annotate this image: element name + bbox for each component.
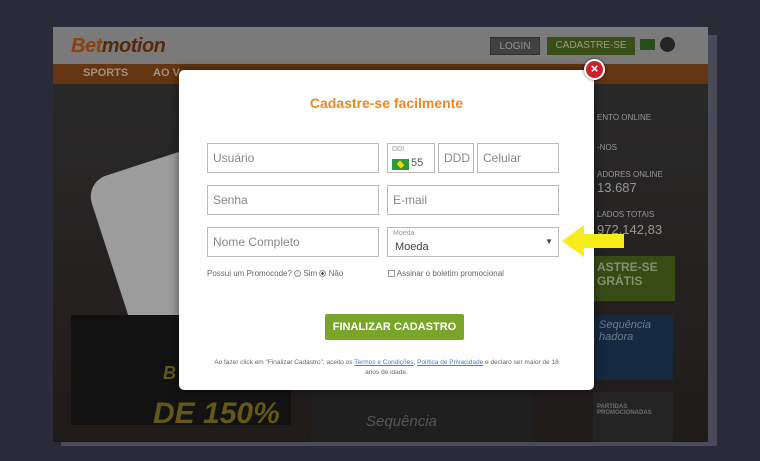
register-modal: Cadastre-se facilmente Usuário DDI 55 DD… [179, 70, 594, 390]
terms-link[interactable]: Termos e Condições [354, 359, 413, 366]
email-input[interactable]: E-mail [387, 185, 559, 215]
newsletter-label: Assinar o boletim promocional [396, 269, 504, 278]
promocode-yes-label: Sim [303, 269, 318, 278]
ddi-select[interactable]: DDI 55 [387, 143, 435, 173]
currency-label: Moeda [393, 230, 415, 237]
promocode-question: Possui um Promocode? [207, 269, 292, 278]
finish-register-button[interactable]: FINALIZAR CADASTRO [325, 314, 464, 340]
yellow-arrow-annotation [562, 225, 624, 257]
newsletter-row: Assinar o boletim promocional [388, 269, 504, 278]
ddd-input[interactable]: DDD [438, 143, 474, 173]
caret-down-icon: ▼ [545, 237, 553, 246]
legal-notice: Ao fazer click em "Finalizar Cadastro", … [209, 358, 564, 378]
legal-prefix: Ao fazer click em "Finalizar Cadastro", … [214, 359, 353, 366]
brazil-flag-icon [392, 159, 409, 170]
promocode-yes-radio[interactable] [294, 270, 302, 277]
modal-title: Cadastre-se facilmente [309, 95, 464, 111]
newsletter-checkbox[interactable] [388, 270, 395, 277]
promocode-no-radio[interactable] [319, 270, 327, 277]
legal-separator: , [413, 359, 416, 366]
phone-input[interactable]: Celular [477, 143, 559, 173]
close-icon[interactable]: × [584, 59, 605, 80]
fullname-input[interactable]: Nome Completo [207, 227, 379, 257]
ddi-label: DDI [392, 146, 405, 153]
promocode-row: Possui um Promocode? Sim Não [207, 269, 343, 278]
promocode-no-label: Não [328, 269, 344, 278]
ddi-value: 55 [411, 157, 424, 169]
currency-select[interactable]: Moeda Moeda ▼ [387, 227, 559, 257]
privacy-link[interactable]: Política de Privacidade [417, 359, 483, 366]
username-input[interactable]: Usuário [207, 143, 379, 173]
password-input[interactable]: Senha [207, 185, 379, 215]
currency-value: Moeda [395, 241, 429, 253]
